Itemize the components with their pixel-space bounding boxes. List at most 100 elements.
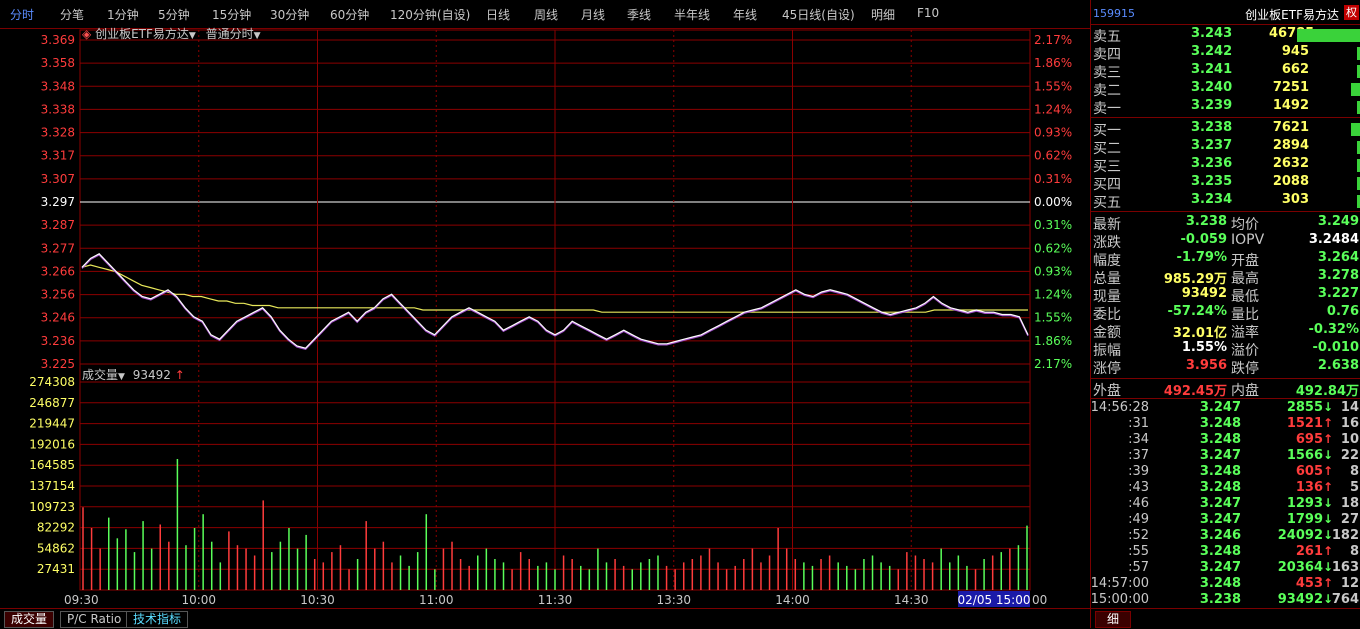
tick-row[interactable]: :52 3.246 24092 ↓ 182 [1091, 528, 1360, 544]
tick-row[interactable]: :34 3.248 695 ↑ 10 [1091, 432, 1360, 448]
depth-price: 3.235 [1191, 174, 1233, 189]
ask-row[interactable]: 卖二 3.240 7251 [1091, 80, 1360, 99]
volume-label: 成交量 [82, 368, 119, 382]
depth-level-label: 买一 [1093, 123, 1121, 139]
bid-row[interactable]: 买三 3.236 2632 [1091, 156, 1360, 175]
tick-row[interactable]: :39 3.248 605 ↑ 8 [1091, 464, 1360, 480]
security-code: 159915 [1093, 7, 1135, 20]
tick-row[interactable]: :43 3.248 136 ↑ 5 [1091, 480, 1360, 496]
volume-tick-label: 137154 [29, 479, 75, 493]
indicator-tab-2[interactable]: 技术指标 [126, 611, 189, 628]
depth-bar [1351, 83, 1360, 96]
stat-label: 跌停 [1231, 361, 1259, 377]
stat-value: 3.278 [1317, 268, 1359, 283]
depth-price: 3.234 [1191, 192, 1233, 207]
stat-value: -1.79% [1176, 250, 1228, 265]
price-tick-label: 3.338 [41, 102, 75, 116]
time-tick-label: 11:00 [419, 593, 454, 607]
bid-row[interactable]: 买二 3.237 2894 [1091, 138, 1360, 157]
depth-level-label: 买三 [1093, 159, 1121, 175]
stat-label: 委比 [1093, 307, 1121, 323]
arrow-up-icon: ↑ [1322, 432, 1333, 446]
percent-tick-label: 1.24% [1034, 102, 1072, 116]
percent-tick-label: 0.93% [1034, 126, 1072, 140]
tick-volume: 605 [1295, 464, 1323, 479]
price-tick-label: 3.225 [41, 357, 75, 371]
volume-indicator-dropdown[interactable]: 成交量▼ [82, 368, 125, 382]
stat-value: 0.76 [1326, 304, 1359, 319]
tick-volume: 2855 [1286, 400, 1323, 415]
tick-volume: 261 [1295, 544, 1323, 559]
tick-count: 764 [1331, 592, 1359, 607]
tick-row[interactable]: :49 3.247 1799 ↓ 27 [1091, 512, 1360, 528]
arrow-up-icon: ↑ [174, 368, 185, 382]
depth-volume: 945 [1281, 44, 1309, 59]
arrow-up-icon: ↑ [1322, 576, 1333, 590]
stat-label: 溢价 [1231, 343, 1259, 359]
tick-row[interactable]: :46 3.247 1293 ↓ 18 [1091, 496, 1360, 512]
stat-label: 量比 [1231, 307, 1259, 323]
rights-badge[interactable]: 权 [1344, 5, 1359, 20]
bid-row[interactable]: 买一 3.238 7621 [1091, 120, 1360, 139]
detail-tab[interactable]: 细 [1095, 611, 1131, 628]
depth-price: 3.239 [1191, 98, 1233, 113]
depth-level-label: 卖一 [1093, 101, 1121, 117]
depth-volume: 662 [1281, 62, 1309, 77]
tick-volume: 1799 [1286, 512, 1323, 527]
chart-settings-icon[interactable]: ◈ [82, 27, 91, 41]
tick-count: 10 [1340, 432, 1359, 447]
price-tick-label: 3.348 [41, 79, 75, 93]
chevron-down-icon: ▼ [118, 372, 125, 382]
security-name-dropdown[interactable]: 创业板ETF易方达▼ [95, 27, 196, 41]
percent-tick-label: 1.86% [1034, 334, 1072, 348]
ask-row[interactable]: 卖四 3.242 945 [1091, 44, 1360, 63]
tick-time: 15:00:00 [1090, 592, 1149, 607]
time-tick-label: 11:30 [538, 593, 573, 607]
divider [1091, 211, 1360, 212]
chart-mode-dropdown[interactable]: 普通分时▼ [206, 27, 261, 41]
price-tick-label: 3.256 [41, 288, 75, 302]
arrow-down-icon: ↓ [1322, 448, 1333, 462]
ask-row[interactable]: 卖一 3.239 1492 [1091, 98, 1360, 117]
stat-value: -0.010 [1312, 340, 1359, 355]
tick-count: 163 [1331, 560, 1359, 575]
security-name: 创业板ETF易方达 [95, 27, 189, 41]
indicator-tab-0[interactable]: 成交量 [4, 611, 55, 628]
depth-bar [1297, 29, 1360, 42]
time-highlight-label: 02/05 15:00 [958, 593, 1031, 607]
tick-price: 3.246 [1199, 528, 1241, 543]
stat-label: 金额 [1093, 325, 1121, 341]
stat-value: -0.32% [1308, 322, 1360, 337]
tick-row[interactable]: :31 3.248 1521 ↑ 16 [1091, 416, 1360, 432]
tick-row[interactable]: 14:56:28 3.247 2855 ↓ 14 [1091, 400, 1360, 416]
time-end-label: 00 [1032, 593, 1047, 607]
indicator-tab-1[interactable]: P/C Ratio [60, 611, 129, 628]
divider [1091, 608, 1360, 609]
tick-row[interactable]: :37 3.247 1566 ↓ 22 [1091, 448, 1360, 464]
tick-row[interactable]: 14:57:00 3.248 453 ↑ 12 [1091, 576, 1360, 592]
arrow-down-icon: ↓ [1322, 496, 1333, 510]
price-tick-label: 3.287 [41, 218, 75, 232]
tick-volume: 1566 [1286, 448, 1323, 463]
ask-row[interactable]: 卖三 3.241 662 [1091, 62, 1360, 81]
inner-volume-value: 492.84万 [1295, 384, 1359, 399]
percent-tick-label: 0.31% [1034, 218, 1072, 232]
tick-row[interactable]: :57 3.247 20364 ↓ 163 [1091, 560, 1360, 576]
intraday-chart[interactable]: 3.369 2.17% 3.358 1.86% 3.348 1.55% 3.338 1.24%… [0, 0, 1090, 608]
depth-price: 3.243 [1191, 26, 1233, 41]
volume-tick-label: 164585 [29, 458, 75, 472]
depth-volume: 1492 [1272, 98, 1309, 113]
bid-row[interactable]: 买四 3.235 2088 [1091, 174, 1360, 193]
volume-tick-label: 109723 [29, 500, 75, 514]
time-tick-label: 10:00 [181, 593, 216, 607]
ask-row[interactable]: 卖五 3.243 46785 [1091, 26, 1360, 45]
tick-count: 182 [1331, 528, 1359, 543]
tick-price: 3.247 [1199, 560, 1241, 575]
depth-price: 3.237 [1191, 138, 1233, 153]
price-tick-label: 3.297 [41, 195, 75, 209]
price-tick-label: 3.307 [41, 172, 75, 186]
bid-row[interactable]: 买五 3.234 303 [1091, 192, 1360, 211]
tick-row[interactable]: :55 3.248 261 ↑ 8 [1091, 544, 1360, 560]
tick-price: 3.247 [1199, 448, 1241, 463]
tick-row[interactable]: 15:00:00 3.238 93492 ↓ 764 [1091, 592, 1360, 608]
